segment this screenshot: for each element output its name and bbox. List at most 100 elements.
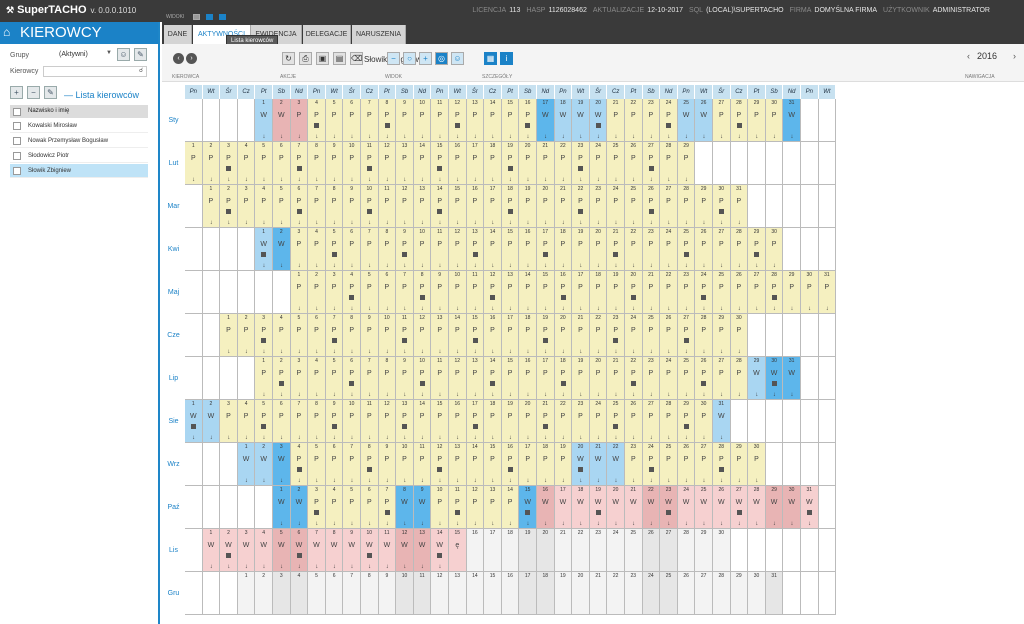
calendar-day[interactable]: 13 P ↓ — [396, 142, 414, 185]
calendar-day[interactable]: 29 — [695, 529, 713, 572]
calendar-day[interactable]: 16 P ↓ — [466, 185, 485, 228]
calendar-day[interactable]: 24 P ↓ — [660, 99, 678, 142]
zoom-in-icon[interactable]: + — [419, 52, 432, 65]
calendar-day[interactable]: 14 P ↓ — [484, 228, 502, 271]
calendar-day[interactable]: 2 W ↓ — [273, 99, 291, 142]
year-prev-icon[interactable]: ‹ — [967, 51, 970, 61]
calendar-day[interactable]: 27 P ↓ — [713, 228, 731, 271]
calendar-day[interactable]: 24 P ↓ — [660, 357, 678, 400]
calendar-day[interactable]: 12 P ↓ — [449, 357, 467, 400]
calendar-day[interactable]: 9 P ↓ — [378, 443, 397, 486]
calendar-day[interactable]: 25 — [625, 529, 643, 572]
calendar-day[interactable]: 27 P ↓ — [748, 271, 766, 314]
calendar-day[interactable]: 20 W ↓ — [607, 486, 625, 529]
calendar-day[interactable]: 19 P ↓ — [607, 271, 625, 314]
calendar-day[interactable]: 13 P ↓ — [484, 486, 502, 529]
calendar-day[interactable]: 17 P ↓ — [537, 357, 555, 400]
calendar-day[interactable]: 21 P ↓ — [537, 142, 555, 185]
refresh-icon[interactable]: ↻ — [282, 52, 295, 65]
calendar-day[interactable]: 20 P ↓ — [554, 314, 573, 357]
calendar-day[interactable]: 14 P ↓ — [484, 357, 502, 400]
calendar-day[interactable]: 21 — [554, 529, 573, 572]
calendar-day[interactable]: 18 P ↓ — [501, 185, 520, 228]
calendar-day[interactable]: 14 — [466, 572, 485, 615]
calendar-day[interactable]: 17 P ↓ — [519, 443, 537, 486]
calendar-day[interactable]: 10 P ↓ — [413, 357, 432, 400]
calendar-day[interactable]: 15 P ↓ — [431, 400, 449, 443]
calendar-day[interactable]: 18 P ↓ — [554, 228, 573, 271]
calendar-day[interactable]: 3 P ↓ — [237, 185, 256, 228]
calendar-day[interactable]: 1 W ↓ — [202, 529, 221, 572]
calendar-day[interactable]: 31 W ↓ — [801, 486, 819, 529]
calendar-day[interactable]: 15 P ↓ — [501, 228, 520, 271]
calendar-day[interactable]: 13 P ↓ — [431, 314, 449, 357]
calendar-day[interactable]: 15 ę — [449, 529, 467, 572]
calendar-day[interactable]: 13 P ↓ — [413, 185, 432, 228]
calendar-day[interactable]: 2 — [255, 572, 273, 615]
calendar-day[interactable]: 27 P ↓ — [677, 314, 696, 357]
calendar-day[interactable]: 6 P ↓ — [343, 357, 361, 400]
calendar-day[interactable]: 15 P ↓ — [484, 443, 502, 486]
calendar-day[interactable]: 1 W ↓ — [255, 99, 273, 142]
calendar-day[interactable]: 21 W ↓ — [625, 486, 643, 529]
calendar-day[interactable]: 27 — [695, 572, 713, 615]
calendar-day[interactable]: 28 P ↓ — [730, 357, 749, 400]
calendar-day[interactable]: 15 P ↓ — [431, 142, 449, 185]
calendar-day[interactable]: 16 P ↓ — [519, 357, 537, 400]
calendar-day[interactable]: 26 P ↓ — [625, 400, 643, 443]
calendar-day[interactable]: 25 P ↓ — [607, 142, 625, 185]
calendar-day[interactable]: 30 P ↓ — [748, 443, 766, 486]
calendar-day[interactable]: 5 P ↓ — [290, 314, 309, 357]
calendar-day[interactable]: 22 P ↓ — [572, 185, 590, 228]
calendar-day[interactable]: 2 W ↓ — [255, 443, 273, 486]
calendar-day[interactable]: 28 P ↓ — [730, 99, 749, 142]
calendar-day[interactable]: 19 P ↓ — [572, 228, 590, 271]
calendar-day[interactable]: 10 W ↓ — [361, 529, 379, 572]
calendar-day[interactable]: 17 P ↓ — [466, 142, 485, 185]
calendar-day[interactable]: 12 P ↓ — [449, 228, 467, 271]
calendar-day[interactable]: 9 P ↓ — [343, 185, 361, 228]
calendar-day[interactable]: 23 W ↓ — [660, 486, 678, 529]
calendar-day[interactable]: 1 P ↓ — [202, 185, 221, 228]
calendar-day[interactable]: 20 P ↓ — [589, 228, 608, 271]
calendar-day[interactable]: 8 P ↓ — [378, 99, 397, 142]
users-view-icon[interactable]: ☺ — [451, 52, 464, 65]
calendar-day[interactable]: 2 P ↓ — [308, 271, 326, 314]
calendar-day[interactable]: 9 W ↓ — [413, 486, 432, 529]
calendar-day[interactable]: 12 — [431, 572, 449, 615]
calendar-day[interactable]: 26 P ↓ — [730, 271, 749, 314]
calendar-day[interactable]: 24 — [607, 529, 625, 572]
calendar-day[interactable]: 5 P ↓ — [255, 142, 273, 185]
calendar-day[interactable]: 1 P ↓ — [290, 271, 309, 314]
calendar-day[interactable]: 11 P ↓ — [431, 228, 449, 271]
calendar-day[interactable]: 5 P ↓ — [255, 400, 273, 443]
calendar-day[interactable]: 31 W ↓ — [783, 357, 801, 400]
calendar-day[interactable]: 3 — [273, 572, 291, 615]
calendar-day[interactable]: 16 P ↓ — [484, 314, 502, 357]
calendar-day[interactable]: 30 W ↓ — [765, 357, 784, 400]
calendar-day[interactable]: 20 P ↓ — [625, 271, 643, 314]
calendar-day[interactable]: 5 P ↓ — [325, 228, 344, 271]
calendar-day[interactable]: 16 P ↓ — [519, 228, 537, 271]
calendar-day[interactable]: 21 W ↓ — [589, 443, 608, 486]
calendar-day[interactable]: 16 P ↓ — [554, 271, 573, 314]
calendar-day[interactable]: 17 P ↓ — [537, 228, 555, 271]
calendar-day[interactable]: 22 W ↓ — [607, 443, 625, 486]
calendar-day[interactable]: 25 W ↓ — [695, 486, 713, 529]
calendar-day[interactable]: 9 P ↓ — [396, 357, 414, 400]
calendar-day[interactable]: 8 P ↓ — [378, 228, 397, 271]
calendar-day[interactable]: 30 P ↓ — [765, 99, 784, 142]
calendar-day[interactable]: 19 P ↓ — [501, 142, 520, 185]
calendar-day[interactable]: 28 P ↓ — [695, 314, 713, 357]
calendar-day[interactable]: 4 P ↓ — [343, 271, 361, 314]
calendar-day[interactable]: 10 P ↓ — [361, 185, 379, 228]
calendar-day[interactable]: 4 — [290, 572, 309, 615]
calendar-day[interactable]: 7 P ↓ — [378, 486, 397, 529]
calendar-day[interactable]: 29 P ↓ — [677, 142, 696, 185]
calendar-day[interactable]: 27 P ↓ — [660, 185, 678, 228]
calendar-day[interactable]: 16 P ↓ — [449, 142, 467, 185]
calendar-day[interactable]: 3 P ↓ — [325, 271, 344, 314]
calendar-day[interactable]: 5 P ↓ — [343, 486, 361, 529]
calendar-day[interactable]: 31 W ↓ — [713, 400, 731, 443]
save-icon[interactable]: ▣ — [316, 52, 329, 65]
